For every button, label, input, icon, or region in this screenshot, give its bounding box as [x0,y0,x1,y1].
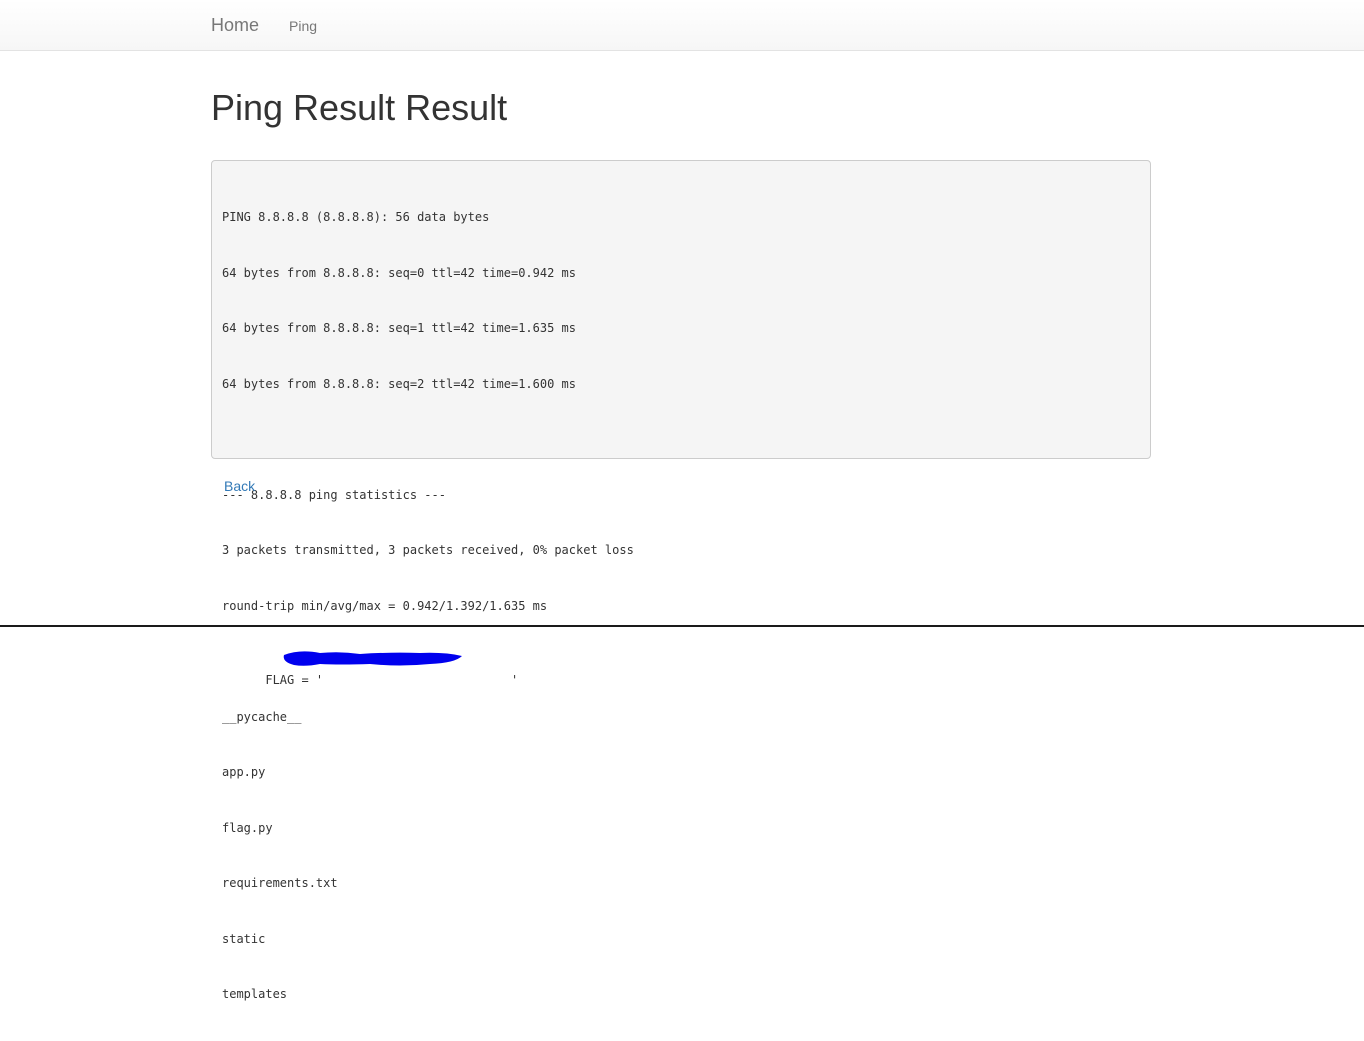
home-brand-link[interactable]: Home [211,14,259,36]
output-line: round-trip min/avg/max = 0.942/1.392/1.6… [222,598,548,613]
flag-line: FLAG = ' ' [222,651,1140,687]
output-line: static [222,931,266,946]
nav-link-ping[interactable]: Ping [289,17,317,35]
redaction-scribble [283,651,462,666]
output-line: PING 8.8.8.8 (8.8.8.8): 56 data bytes [222,210,490,224]
output-line: --- 8.8.8.8 ping statistics --- [222,487,446,502]
output-line: 64 bytes from 8.8.8.8: seq=0 ttl=42 time… [222,265,577,280]
output-line: flag.py [222,820,273,835]
output-line: 64 bytes from 8.8.8.8: seq=2 ttl=42 time… [222,376,577,391]
output-line: __pycache__ [222,709,302,724]
top-navbar: Home Ping [0,0,1364,51]
ping-output-box: PING 8.8.8.8 (8.8.8.8): 56 data bytes 64… [211,160,1151,1001]
back-link[interactable]: Back [224,477,255,495]
output-line: 64 bytes from 8.8.8.8: seq=1 ttl=42 time… [222,321,577,335]
flag-text: FLAG = ' ' [265,672,519,687]
output-line: templates [222,987,288,1001]
output-line: 3 packets transmitted, 3 packets receive… [222,543,634,557]
output-line: app.py [222,765,266,779]
output-line: requirements.txt [222,876,338,890]
output-line-blank [222,430,1140,449]
ping-output-text: PING 8.8.8.8 (8.8.8.8): 56 data bytes 64… [222,171,1140,1041]
page-title: Ping Result Result [211,87,508,128]
